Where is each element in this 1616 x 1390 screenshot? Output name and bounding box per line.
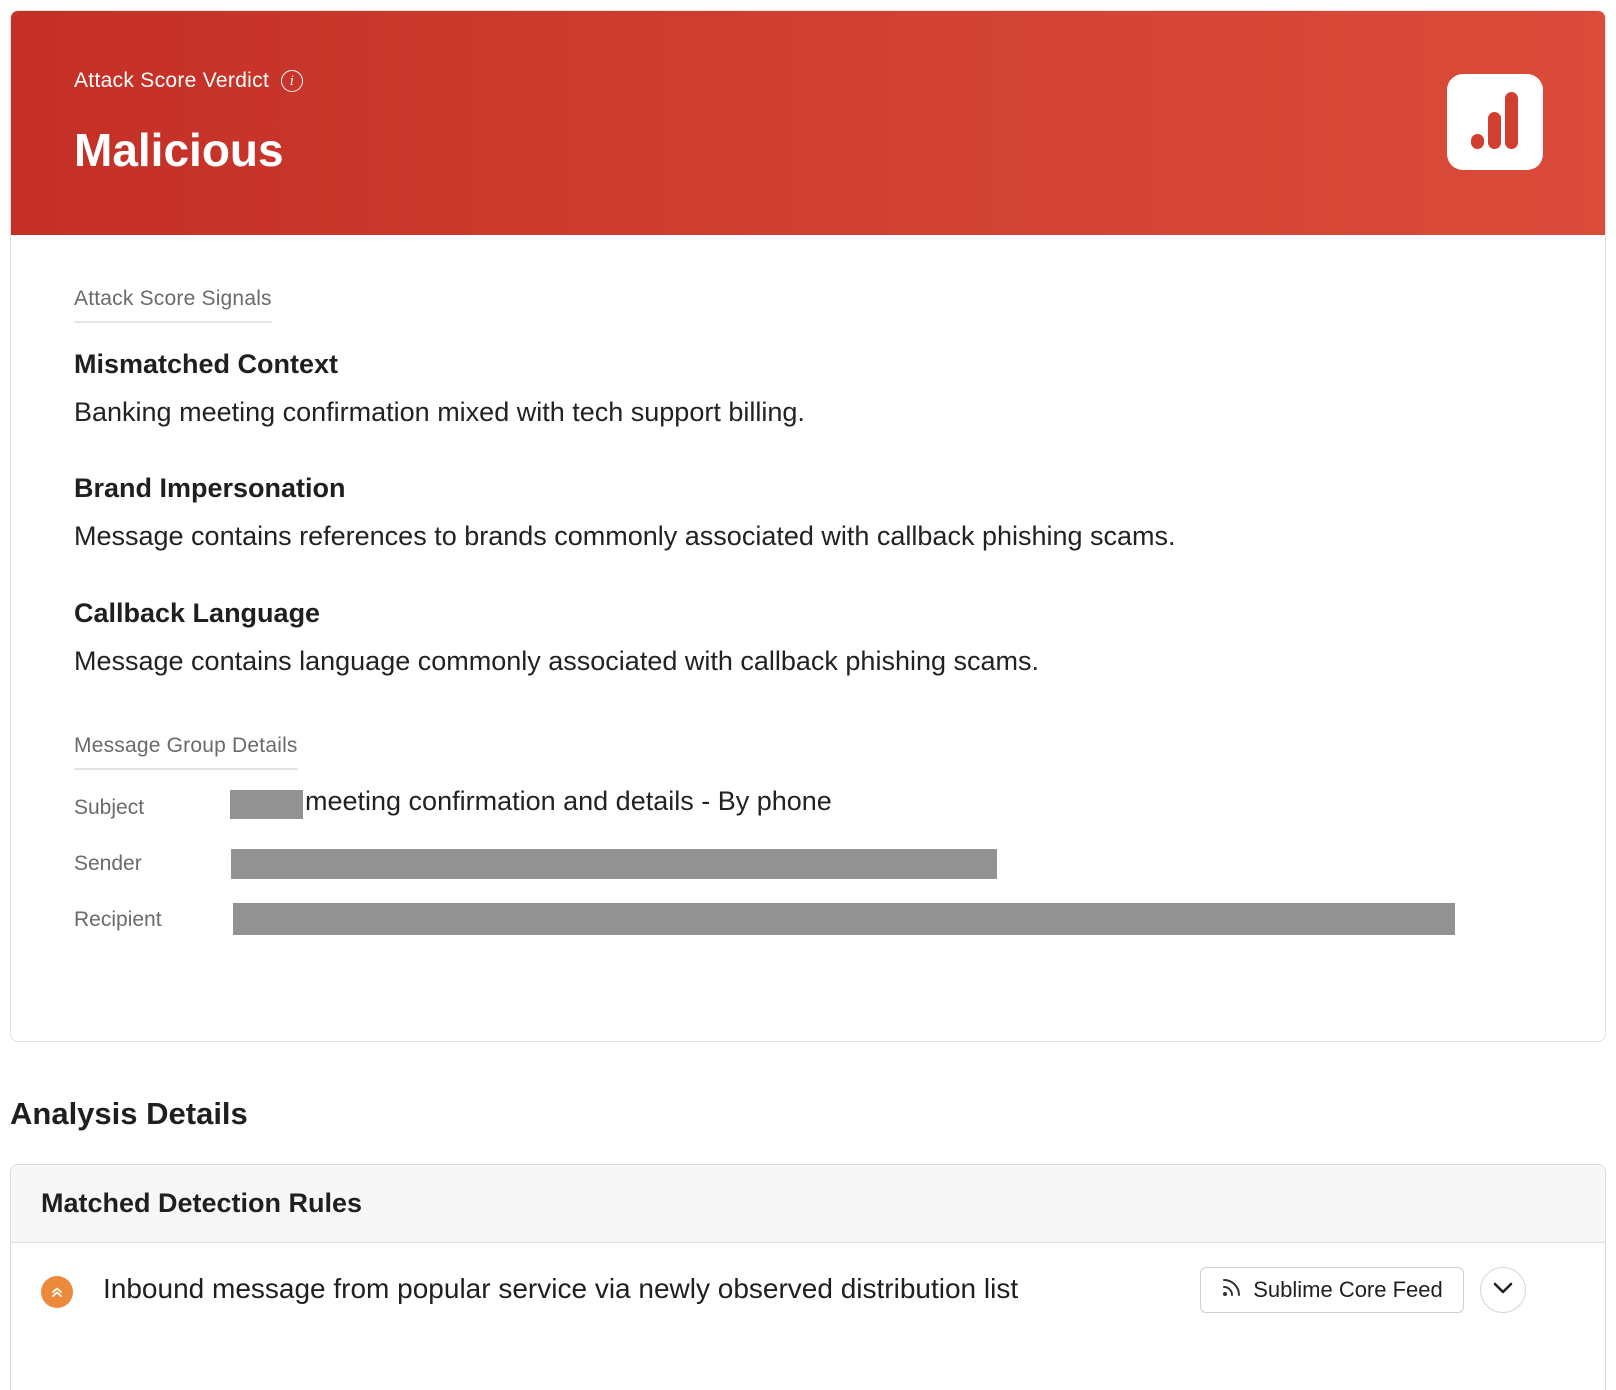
bar-chart-icon bbox=[1447, 74, 1543, 170]
matched-rules-card: Matched Detection Rules Inbound message … bbox=[10, 1164, 1606, 1390]
subject-value: meeting confirmation and details - By ph… bbox=[305, 786, 832, 816]
recipient-redaction bbox=[233, 903, 1455, 935]
signal-title: Callback Language bbox=[74, 598, 321, 628]
signal-description: Message contains references to brands co… bbox=[74, 521, 1176, 551]
signal-description: Banking meeting confirmation mixed with … bbox=[74, 397, 805, 427]
rule-row[interactable]: Inbound message from popular service via… bbox=[11, 1243, 1605, 1337]
analysis-title: Analysis Details bbox=[10, 1096, 248, 1131]
verdict-label: Attack Score Verdict i bbox=[74, 69, 304, 93]
subject-redaction bbox=[230, 790, 303, 819]
subject-label: Subject bbox=[74, 796, 145, 819]
rules-header: Matched Detection Rules bbox=[11, 1165, 1605, 1243]
verdict-value: Malicious bbox=[74, 124, 284, 176]
expand-rule-button[interactable] bbox=[1480, 1267, 1526, 1313]
chevron-down-icon bbox=[1492, 1281, 1514, 1300]
signal-description: Message contains language commonly assoc… bbox=[74, 646, 1039, 676]
signal-title: Mismatched Context bbox=[74, 349, 339, 379]
rss-icon bbox=[1221, 1276, 1243, 1304]
feed-button[interactable]: Sublime Core Feed bbox=[1200, 1267, 1464, 1313]
severity-high-icon bbox=[41, 1276, 73, 1308]
sender-label: Sender bbox=[74, 852, 142, 875]
verdict-label-text: Attack Score Verdict bbox=[74, 69, 270, 92]
recipient-label: Recipient bbox=[74, 908, 162, 931]
sender-redaction bbox=[231, 849, 997, 879]
verdict-header: Attack Score Verdict i Malicious bbox=[11, 11, 1605, 235]
signals-section-label: Attack Score Signals bbox=[74, 287, 272, 323]
info-icon[interactable]: i bbox=[281, 70, 304, 92]
signal-title: Brand Impersonation bbox=[74, 473, 346, 503]
verdict-card: Attack Score Verdict i Malicious Attack … bbox=[10, 10, 1606, 1042]
rule-name[interactable]: Inbound message from popular service via… bbox=[103, 1273, 1018, 1305]
message-group-section-label: Message Group Details bbox=[74, 734, 298, 770]
feed-label: Sublime Core Feed bbox=[1253, 1277, 1443, 1302]
